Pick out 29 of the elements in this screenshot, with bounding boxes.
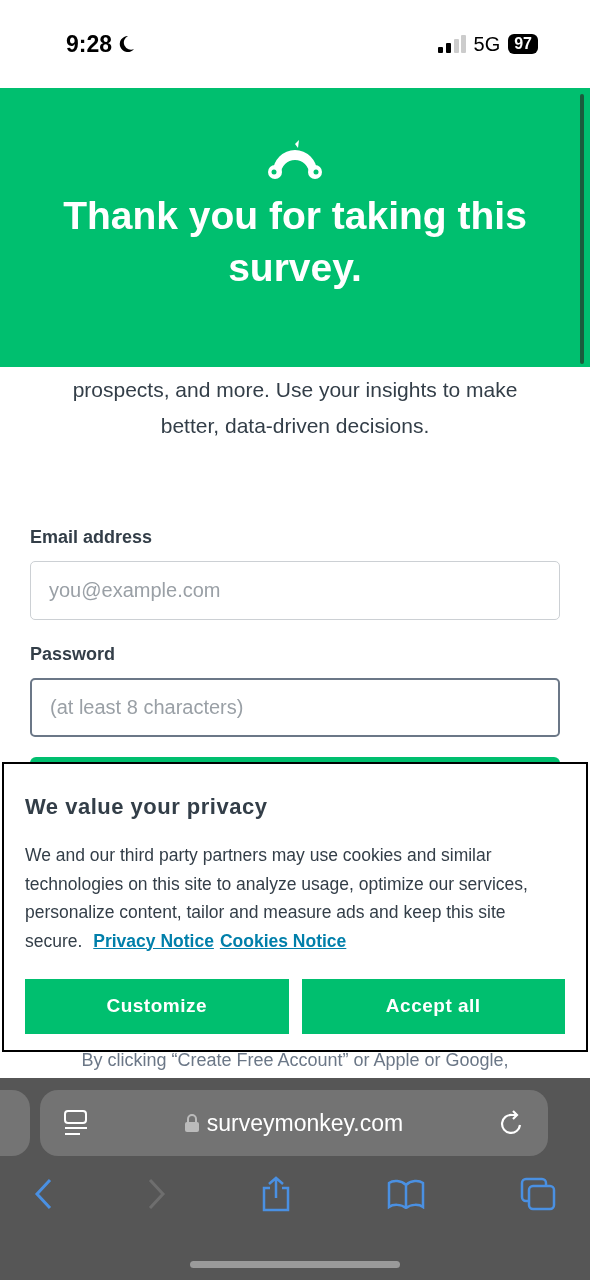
reload-icon[interactable] bbox=[500, 1110, 524, 1136]
status-time: 9:28 bbox=[66, 29, 113, 59]
thank-you-heading: Thank you for taking this survey. bbox=[62, 193, 528, 291]
reader-icon[interactable] bbox=[64, 1110, 88, 1136]
lock-icon bbox=[184, 1114, 199, 1132]
dialog-body: We and our third party partners may use cookies and similar technologies on this site to analyze usage, optimize our services, personalize content, tailor and measure ads and keep this site secure. Privacy Notice Cookies Notice bbox=[25, 844, 529, 953]
tab-preview[interactable] bbox=[0, 1090, 30, 1156]
signal-icon bbox=[437, 35, 466, 53]
notice-link[interactable]: Cookies Notice bbox=[219, 930, 347, 951]
url-text: surveymonkey.com bbox=[206, 1108, 404, 1138]
battery-indicator: 97 bbox=[508, 34, 538, 54]
cookie-button[interactable]: Customize bbox=[25, 979, 289, 1034]
back-icon[interactable] bbox=[34, 1178, 52, 1210]
network-label: 5G bbox=[473, 32, 501, 57]
address-bar[interactable]: surveymonkey.com bbox=[40, 1090, 548, 1156]
logo-icon bbox=[265, 140, 325, 182]
dialog-title: We value your privacy bbox=[25, 793, 269, 821]
bookmarks-icon[interactable] bbox=[386, 1179, 425, 1209]
intro-text: prospects, and more. Use your insights to make bbox=[72, 377, 518, 403]
notice-link[interactable]: Privacy Notice bbox=[93, 930, 214, 951]
input-field[interactable]: (at least 8 characters) bbox=[30, 678, 560, 737]
cookie-button[interactable]: Accept all bbox=[301, 979, 565, 1034]
field-label: Password bbox=[30, 643, 117, 666]
terms-text: By clicking “Create Free Account” or Apple or Google, bbox=[80, 1049, 510, 1072]
tabs-icon[interactable] bbox=[520, 1177, 556, 1211]
field-label: Email address bbox=[30, 526, 154, 549]
forward-icon[interactable] bbox=[147, 1178, 166, 1210]
intro-text: better, data-driven decisions. bbox=[160, 413, 430, 439]
share-icon[interactable] bbox=[261, 1176, 291, 1212]
